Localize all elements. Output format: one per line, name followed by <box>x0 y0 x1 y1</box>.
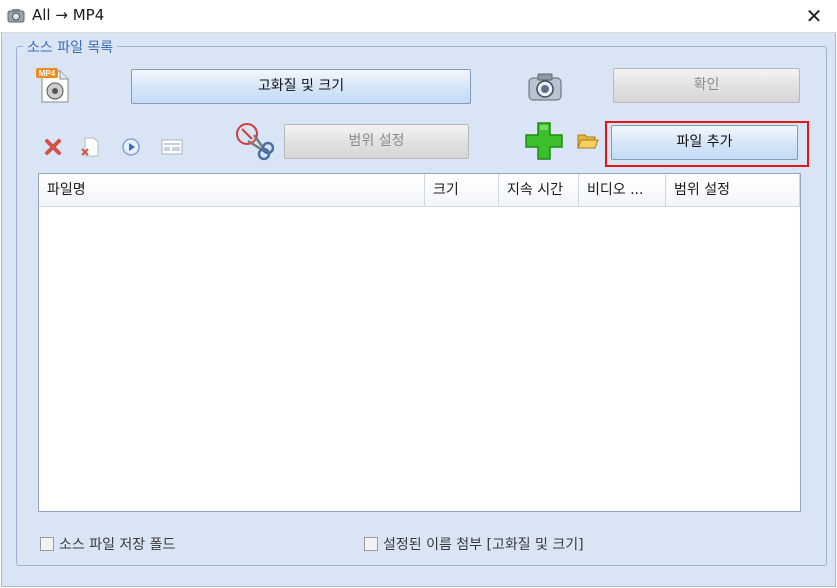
mp4-file-icon: MP4 <box>36 67 72 105</box>
file-list[interactable]: 파일명 크기 지속 시간 비디오 ... 범위 설정 <box>38 173 801 512</box>
add-file-button-label: 파일 추가 <box>676 134 733 150</box>
play-icon[interactable] <box>121 137 141 157</box>
window-title: All → MP4 <box>32 6 105 24</box>
column-header-filename[interactable]: 파일명 <box>39 174 425 207</box>
add-file-button[interactable]: 파일 추가 <box>611 125 798 160</box>
title-bar: All → MP4 ✕ <box>0 0 837 33</box>
group-label: 소스 파일 목록 <box>23 37 118 57</box>
column-header-duration[interactable]: 지속 시간 <box>499 174 579 207</box>
append-name-label: 설정된 이름 첨부 [고화질 및 크기] <box>383 537 584 553</box>
remove-file-icon[interactable] <box>80 136 102 158</box>
quality-size-button-label: 고화질 및 크기 <box>257 78 345 94</box>
delete-icon[interactable] <box>43 137 63 157</box>
file-list-header: 파일명 크기 지속 시간 비디오 ... 범위 설정 <box>39 174 800 207</box>
source-folder-option[interactable]: 소스 파일 저장 폴드 <box>40 534 175 554</box>
quality-size-button[interactable]: 고화질 및 크기 <box>131 69 471 104</box>
close-icon: ✕ <box>805 4 823 28</box>
confirm-button-label: 확인 <box>693 77 720 93</box>
range-setting-button-label: 범위 설정 <box>348 133 405 149</box>
append-name-checkbox[interactable] <box>364 537 378 551</box>
column-header-video[interactable]: 비디오 ... <box>579 174 666 207</box>
close-button[interactable]: ✕ <box>791 0 837 32</box>
source-folder-label: 소스 파일 저장 폴드 <box>59 537 176 553</box>
add-plus-icon[interactable] <box>523 120 565 162</box>
open-folder-icon[interactable] <box>577 132 599 150</box>
scissors-icon <box>234 121 275 161</box>
append-name-option[interactable]: 설정된 이름 첨부 [고화질 및 크기] <box>364 534 584 554</box>
properties-icon[interactable] <box>161 138 183 156</box>
source-folder-checkbox[interactable] <box>40 537 54 551</box>
svg-text:MP4: MP4 <box>39 69 56 78</box>
column-header-range[interactable]: 범위 설정 <box>666 174 800 207</box>
range-setting-button[interactable]: 범위 설정 <box>284 124 469 159</box>
confirm-button[interactable]: 확인 <box>613 68 800 103</box>
camera-icon <box>526 71 564 103</box>
app-icon <box>7 8 25 24</box>
column-header-size[interactable]: 크기 <box>425 174 499 207</box>
